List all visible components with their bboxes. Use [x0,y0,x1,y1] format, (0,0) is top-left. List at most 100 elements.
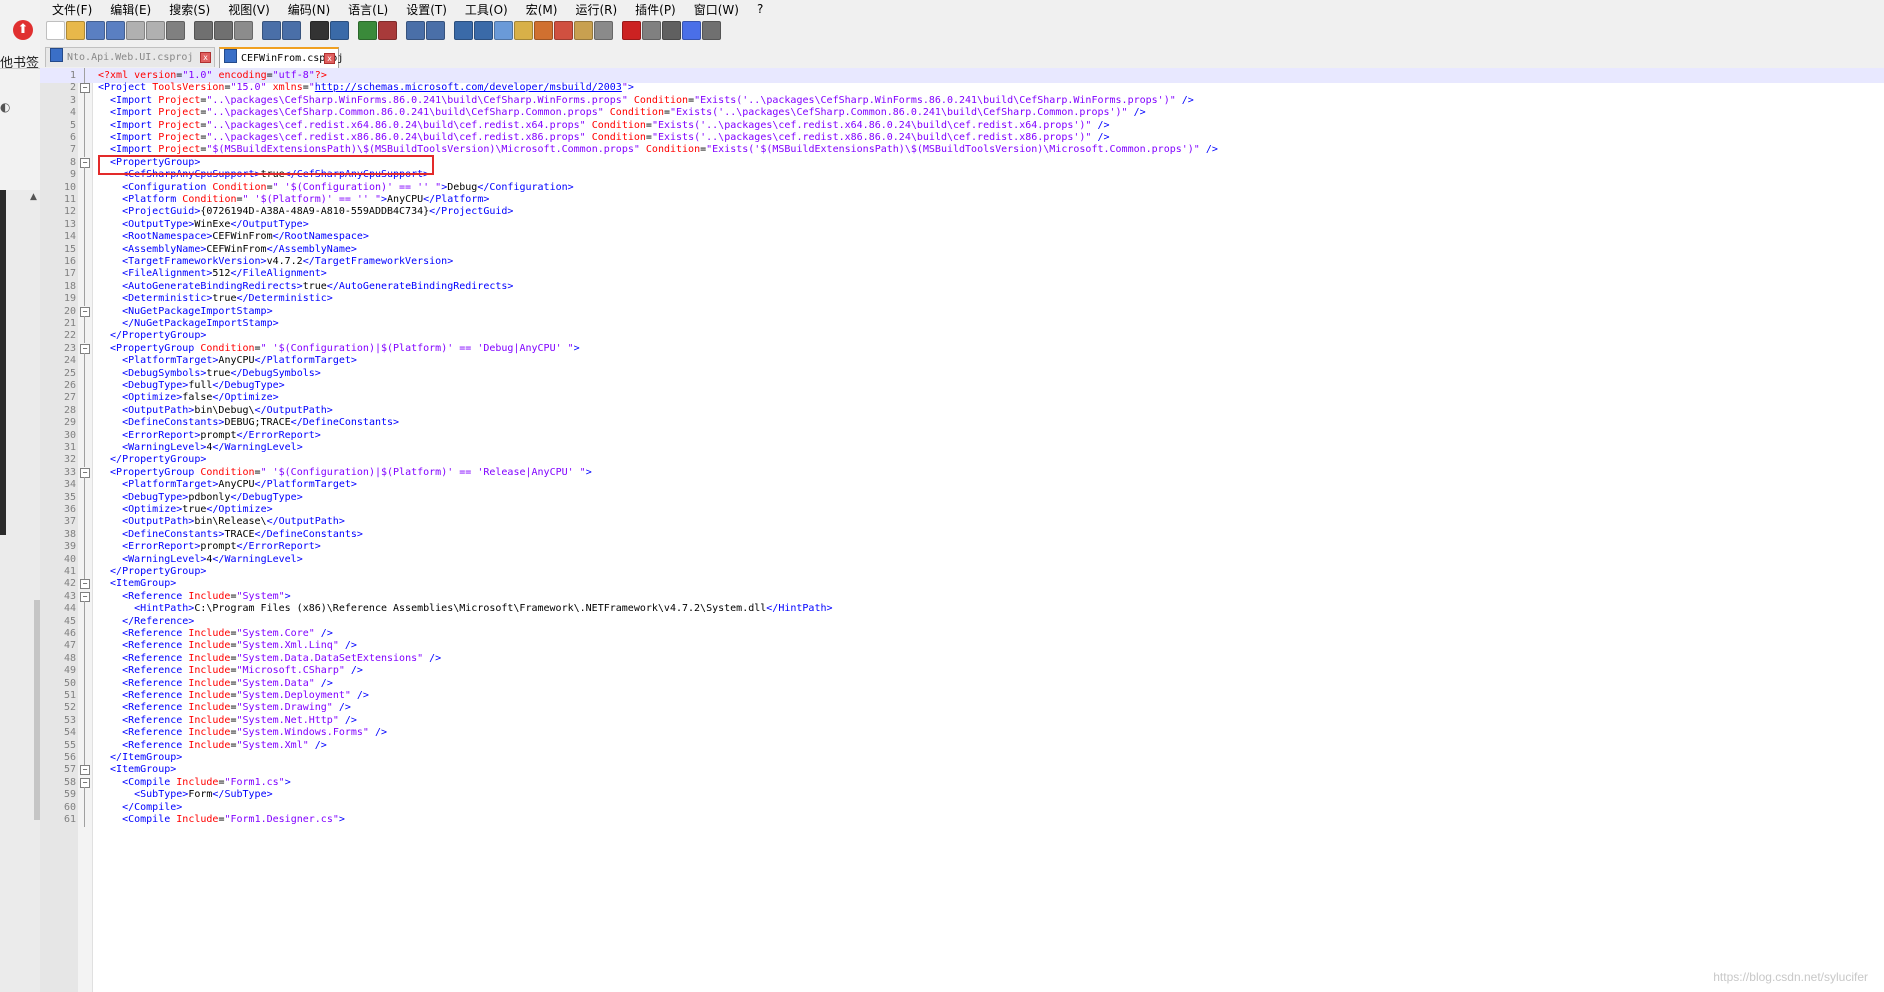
menu-item[interactable]: 语言(L) [336,1,394,18]
token-tag: <PlatformTarget> [98,479,219,491]
close-tab-icon[interactable]: x [200,52,211,63]
tab-nto-api-web-ui[interactable]: Nto.Api.Web.UI.csproj x [45,47,215,67]
side-scroll-track[interactable] [0,190,40,992]
token-text: prompt [200,541,237,553]
undo-icon[interactable] [262,21,281,40]
token-tag: </SubType> [212,789,273,801]
folder-workspace-icon[interactable] [574,21,593,40]
function-list-icon[interactable] [554,21,573,40]
token-tag: <DefineConstants> [98,417,225,429]
menu-item[interactable]: 工具(O) [453,1,514,18]
token-text: prompt [200,429,237,441]
sync-vertical-icon[interactable] [406,21,425,40]
token-attr: ToolsVersion [152,82,225,94]
find-icon[interactable] [310,21,329,40]
token-attr: Condition [603,107,664,119]
menu-item[interactable]: ? [745,2,769,16]
token-text: full [188,380,213,391]
record-macro-icon[interactable] [622,21,641,40]
run-macro-multiple-icon[interactable] [682,21,701,40]
token-tag: </ErrorReport> [236,429,321,441]
token-attr: Include [176,814,219,825]
token-tag: </ErrorReport> [236,541,321,553]
menu-item[interactable]: 编辑(E) [98,1,157,18]
token-attr: Condition [639,144,701,156]
paste-icon[interactable] [234,21,253,40]
token-tag: /> [344,665,363,677]
monitor-icon[interactable] [594,21,613,40]
token-attr: Condition [627,94,689,106]
code-text[interactable]: <Compile Include="Form1.Designer.cs"> [98,812,345,827]
save-all-icon[interactable] [106,21,125,40]
token-val: " '$(Platform)' == '' " [242,194,381,205]
token-val: "Exists('..\packages\cef.redist.x86.86.0… [651,132,1092,143]
token-attr: Include [188,590,231,602]
token-tag: > [573,342,580,354]
redo-icon[interactable] [282,21,301,40]
menu-item[interactable]: 视图(V) [216,1,276,18]
token-tag: <Import [98,94,159,106]
token-attr: Condition [182,194,237,205]
doc-map-icon[interactable] [534,21,553,40]
save-icon[interactable] [86,21,105,40]
lang-define-icon[interactable] [514,21,533,40]
save-macro-icon[interactable] [702,21,721,40]
token-tag: </ItemGroup> [98,752,183,763]
token-attr: Project [158,94,201,106]
play-macro-icon[interactable] [662,21,681,40]
file-saved-icon [224,49,237,63]
token-tag: <Compile [98,776,177,788]
token-tag: <FileAlignment> [98,268,213,280]
cut-icon[interactable] [194,21,213,40]
token-tag: <Configuration [98,181,213,193]
stop-record-icon[interactable] [642,21,661,40]
token-tag: > [585,466,592,478]
zoom-out-icon[interactable] [378,21,397,40]
token-val: "1.0" [182,70,213,81]
token-tag: <Project [98,82,153,94]
scroll-up-arrow-icon[interactable]: ▲ [30,192,37,202]
token-tag: <DebugType> [98,380,189,391]
token-val: "System.Xml" [236,739,309,751]
replace-icon[interactable] [330,21,349,40]
token-tag: <Reference [98,677,189,689]
print-icon[interactable] [166,21,185,40]
menu-item[interactable]: 宏(M) [514,1,564,18]
show-all-chars-icon[interactable] [474,21,493,40]
copy-icon[interactable] [214,21,233,40]
token-attr: Include [188,739,231,751]
token-attr: Include [176,776,219,788]
token-tag: <TargetFrameworkVersion> [98,256,267,267]
token-attr: Condition [200,342,255,354]
token-attr: Include [188,640,231,652]
token-attr: Include [188,727,231,739]
token-tag: <Reference [98,727,189,739]
menu-item[interactable]: 插件(P) [623,1,682,18]
token-attr: version [134,70,177,81]
word-wrap-icon[interactable] [454,21,473,40]
menu-item[interactable]: 窗口(W) [682,1,745,18]
token-tag: </TargetFrameworkVersion> [302,256,454,267]
open-file-icon[interactable] [66,21,85,40]
sync-horizontal-icon[interactable] [426,21,445,40]
close-all-icon[interactable] [146,21,165,40]
menu-item[interactable]: 搜索(S) [157,1,216,18]
upload-arrow-icon[interactable]: ⬆ [13,20,33,40]
zoom-in-icon[interactable] [358,21,377,40]
token-tag: <Reference [98,652,189,664]
new-file-icon[interactable] [46,21,65,40]
indent-guide-icon[interactable] [494,21,513,40]
token-attr: Project [158,119,201,131]
token-val: "System.Windows.Forms" [236,727,369,739]
menu-item[interactable]: 文件(F) [40,1,98,18]
token-tag: /> [338,640,357,652]
tab-cefwinfrom[interactable]: CEFWinFrom.csproj x [219,47,343,69]
close-tab-icon[interactable]: x [324,53,335,64]
menu-item[interactable]: 设置(T) [394,1,453,18]
token-tag: <SubType> [98,789,189,801]
close-icon[interactable] [126,21,145,40]
menu-item[interactable]: 编码(N) [276,1,336,18]
menu-item[interactable]: 运行(R) [563,1,623,18]
tab-bar: Nto.Api.Web.UI.csproj x CEFWinFrom.cspro… [40,44,1884,69]
code-editor[interactable]: 1 <?xml version="1.0" encoding="utf-8"?> 2… [40,68,1884,992]
